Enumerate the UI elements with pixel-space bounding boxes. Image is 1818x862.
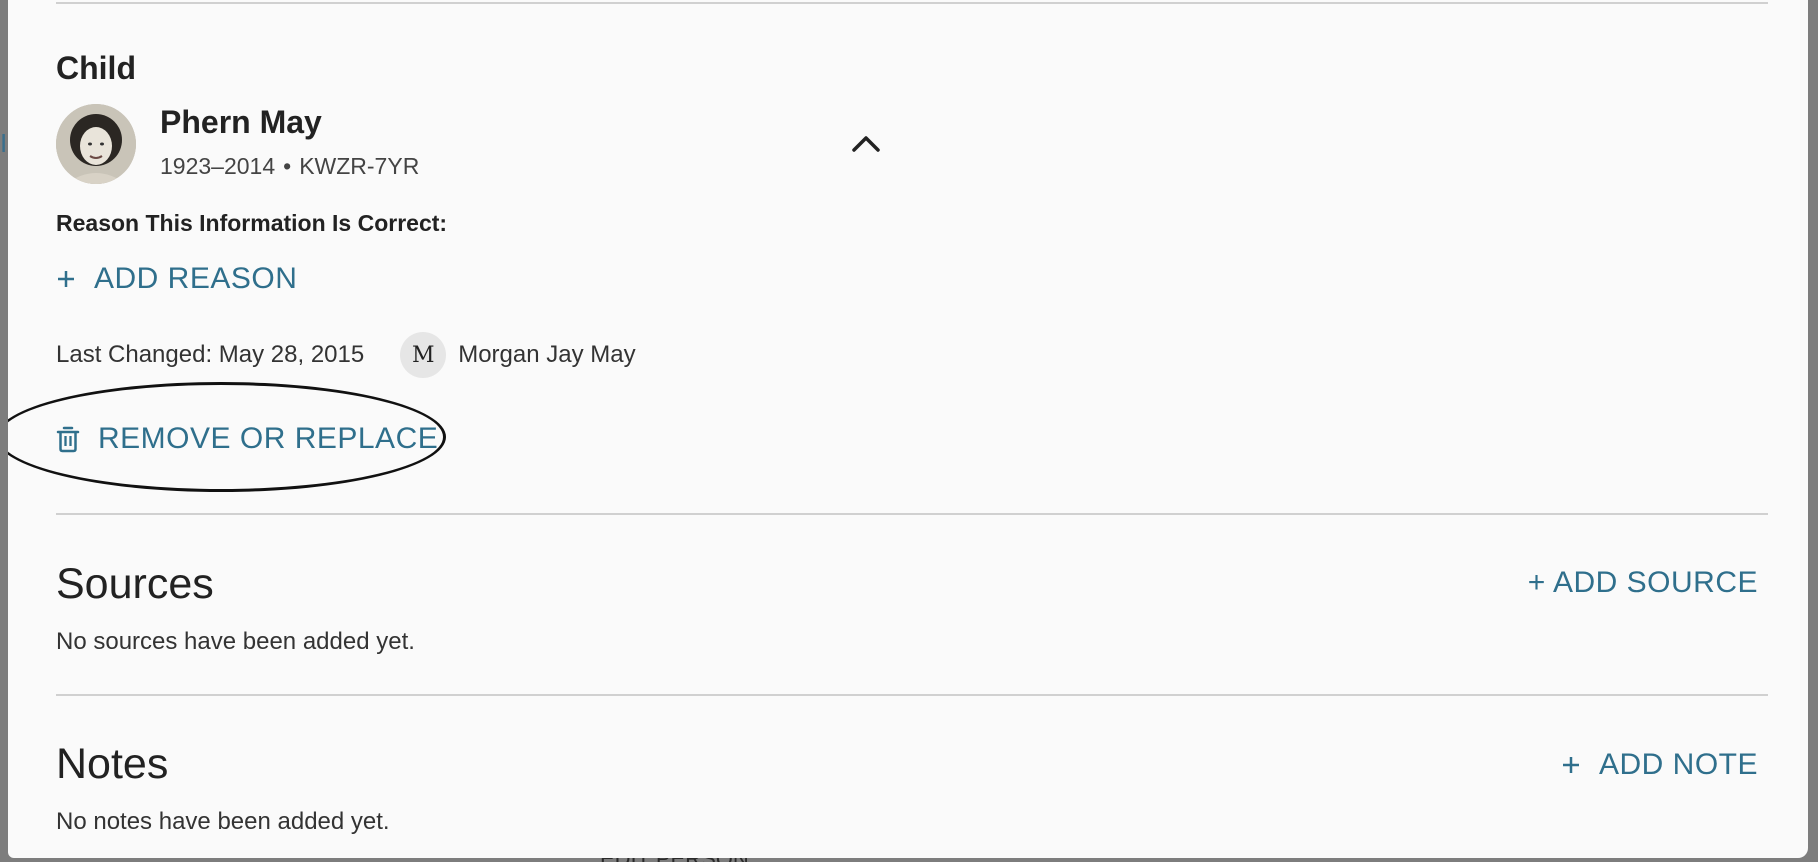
last-changed-row: Last Changed: May 28, 2015 M Morgan Jay … [56, 332, 636, 378]
notes-empty-text: No notes have been added yet. [56, 808, 390, 835]
trash-icon [56, 426, 80, 453]
window-edge [1808, 0, 1818, 862]
backdrop-text-fragment: I [0, 128, 8, 158]
person-photo[interactable] [56, 104, 136, 184]
child-heading: Child [56, 50, 136, 86]
add-source-button[interactable]: + ADD SOURCE [1528, 566, 1758, 600]
add-reason-label: ADD REASON [94, 262, 298, 295]
add-source-label: + ADD SOURCE [1527, 566, 1758, 599]
divider [56, 513, 1768, 515]
plus-icon [1562, 757, 1579, 773]
meta-separator: • [283, 153, 292, 179]
chevron-up-icon [852, 136, 880, 152]
plus-icon [58, 271, 74, 287]
collapse-button[interactable] [846, 126, 886, 160]
add-note-button[interactable]: ADD NOTE [1561, 748, 1758, 782]
add-note-label: ADD NOTE [1598, 748, 1758, 781]
sources-empty-text: No sources have been added yet. [56, 628, 415, 655]
notes-heading: Notes [56, 740, 169, 788]
divider [56, 694, 1768, 696]
remove-or-replace-label: REMOVE OR REPLACE [98, 422, 439, 455]
person-id: KWZR-7YR [299, 153, 420, 179]
person-years: 1923–2014 [160, 153, 276, 179]
divider [56, 2, 1768, 4]
contributor-avatar[interactable]: M [400, 332, 447, 378]
sources-heading: Sources [56, 560, 214, 608]
last-changed-text: Last Changed: May 28, 2015 [56, 341, 365, 368]
relationship-panel: Child Phern May 1923–2014 • KWZR-7YR Rea… [8, 0, 1808, 858]
reason-label: Reason This Information Is Correct: [56, 210, 448, 236]
remove-or-replace-button[interactable]: REMOVE OR REPLACE [56, 422, 438, 456]
contributor-name[interactable]: Morgan Jay May [458, 341, 635, 369]
portrait-image [56, 104, 136, 184]
person-name[interactable]: Phern May [160, 104, 322, 141]
add-reason-button[interactable]: ADD REASON [56, 262, 297, 296]
person-lifespan-id: 1923–2014 • KWZR-7YR [160, 153, 419, 180]
